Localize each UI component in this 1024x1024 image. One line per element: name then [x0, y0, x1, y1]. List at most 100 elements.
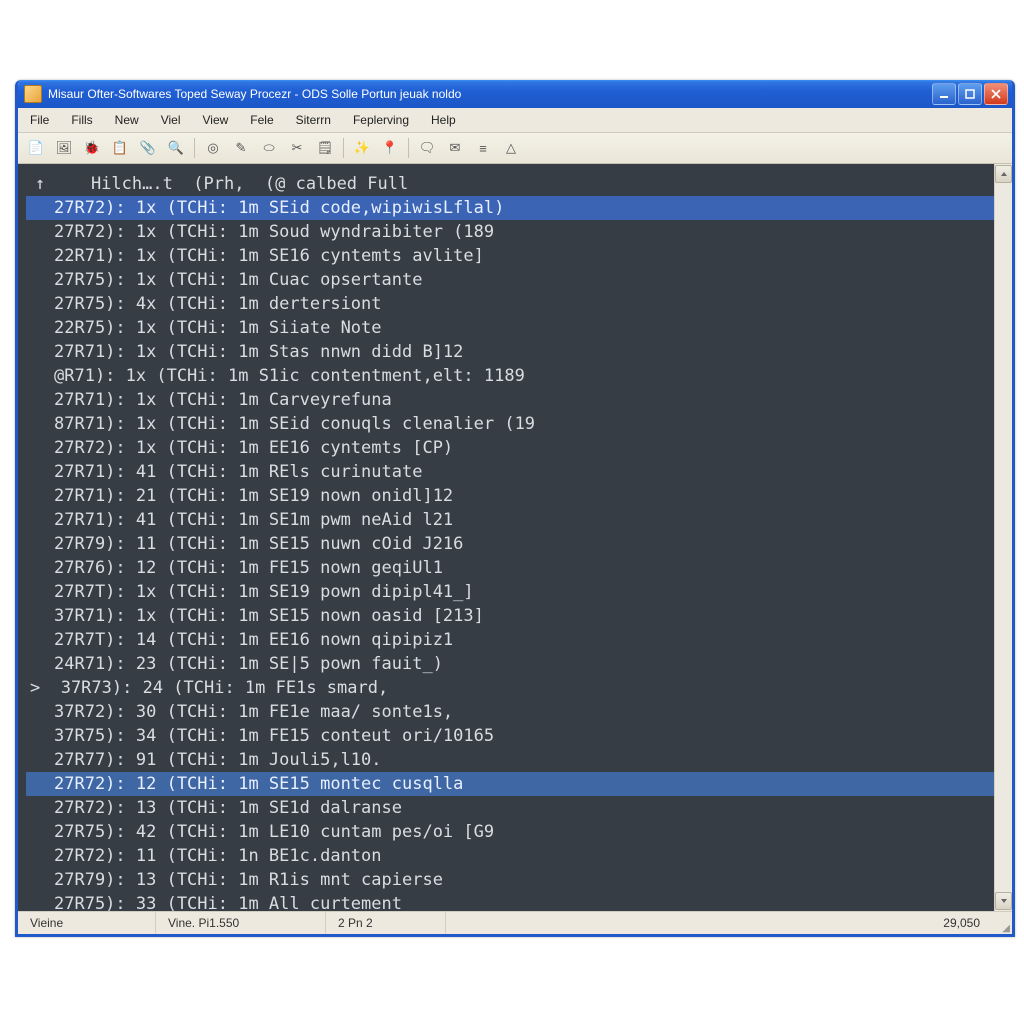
clip-button[interactable]: ✂ — [285, 136, 309, 160]
scroll-down-button[interactable] — [995, 892, 1012, 910]
status-cell-3: 2 Pn 2 — [326, 912, 446, 934]
terminal-line[interactable]: 27R7T): 14 (TCHi: 1m EE16 nown qipipiz1 — [26, 628, 994, 652]
terminal-line[interactable]: @R71): 1x (TCHi: 1m S1ic contentment,elt… — [26, 364, 994, 388]
terminal-line[interactable]: 27R75): 42 (TCHi: 1m LE10 cuntam pes/oi … — [26, 820, 994, 844]
terminal-line[interactable]: 22R75): 1x (TCHi: 1m Siiate Note — [26, 316, 994, 340]
status-cell-2: Vine. Pi1.550 — [156, 912, 326, 934]
vertical-scrollbar[interactable] — [994, 164, 1012, 911]
terminal-line[interactable]: 27R75): 33 (TCHi: 1m All curtement — [26, 892, 994, 911]
clip-icon: ✂ — [292, 140, 303, 156]
terminal-line[interactable]: 37R75): 34 (TCHi: 1m FE15 conteut ori/10… — [26, 724, 994, 748]
image-button[interactable]: 🖼 — [52, 136, 76, 160]
menu-item-viel[interactable]: Viel — [151, 110, 191, 130]
terminal-line[interactable]: 27R71): 41 (TCHi: 1m SE1m pwm neAid l21 — [26, 508, 994, 532]
status-cell-1: Vieine — [18, 912, 156, 934]
drop-icon: ⬭ — [263, 140, 274, 156]
close-button[interactable] — [984, 83, 1008, 105]
attach-button[interactable]: 📎 — [136, 136, 160, 160]
menu-item-view[interactable]: View — [192, 110, 238, 130]
terminal-output[interactable]: ↑ Hilch….t (Prh, (@ calbed Full27R72): 1… — [18, 164, 994, 911]
terminal-line[interactable]: 27R72): 12 (TCHi: 1m SE15 montec cusqlla — [26, 772, 994, 796]
menu-item-help[interactable]: Help — [421, 110, 466, 130]
drop-button[interactable]: ⬭ — [257, 136, 281, 160]
board-icon: 🗒 — [317, 140, 334, 156]
list-button[interactable]: ≡ — [471, 136, 495, 160]
terminal-line[interactable]: 27R72): 1x (TCHi: 1m SEid code,wipiwisLf… — [26, 196, 994, 220]
toolbar-separator — [194, 138, 195, 158]
terminal-header: ↑ Hilch….t (Prh, (@ calbed Full — [26, 172, 994, 196]
close-icon — [991, 89, 1001, 99]
list-icon: ≡ — [479, 141, 487, 156]
pin-button[interactable]: 📍 — [378, 136, 402, 160]
attach-icon: 📎 — [140, 140, 156, 156]
terminal-line[interactable]: 27R75): 1x (TCHi: 1m Cuac opsertante — [26, 268, 994, 292]
terminal-line[interactable]: > 37R73): 24 (TCHi: 1m FE1s smard, — [26, 676, 994, 700]
mail-button[interactable]: ✉ — [443, 136, 467, 160]
menu-item-siterrn[interactable]: Siterrn — [286, 110, 341, 130]
terminal-line[interactable]: 37R71): 1x (TCHi: 1m SE15 nown oasid [21… — [26, 604, 994, 628]
bug-icon: 🐞 — [84, 140, 100, 156]
terminal-line[interactable]: 27R71): 1x (TCHi: 1m Carveyrefuna — [26, 388, 994, 412]
mail-icon: ✉ — [450, 140, 461, 156]
terminal-line[interactable]: 27R7T): 1x (TCHi: 1m SE19 pown dipipl41_… — [26, 580, 994, 604]
terminal-line[interactable]: 24R71): 23 (TCHi: 1m SE|5 pown fauit_) — [26, 652, 994, 676]
file-button[interactable]: 📄 — [24, 136, 48, 160]
app-window: Misaur Ofter-Softwares Toped Seway Proce… — [15, 80, 1015, 937]
terminal-line[interactable]: 27R72): 1x (TCHi: 1m EE16 cyntemts [CP) — [26, 436, 994, 460]
terminal-line[interactable]: 27R71): 41 (TCHi: 1m REls curinutate — [26, 460, 994, 484]
menu-item-fills[interactable]: Fills — [61, 110, 102, 130]
terminal-line[interactable]: 87R71): 1x (TCHi: 1m SEid conuqls clenal… — [26, 412, 994, 436]
window-title: Misaur Ofter-Softwares Toped Seway Proce… — [48, 87, 932, 101]
statusbar: Vieine Vine. Pi1.550 2 Pn 2 29,050 ◢ — [18, 911, 1012, 934]
window-controls — [932, 83, 1008, 105]
terminal-line[interactable]: 37R72): 30 (TCHi: 1m FE1e maa/ sonte1s, — [26, 700, 994, 724]
terminal-line[interactable]: 27R79): 13 (TCHi: 1m R1is mnt capierse — [26, 868, 994, 892]
search-button[interactable]: 🔍 — [164, 136, 188, 160]
terminal-line[interactable]: 27R77): 91 (TCHi: 1m Jouli5,l10. — [26, 748, 994, 772]
disc-icon: ◎ — [207, 140, 218, 156]
menu-item-feplerving[interactable]: Feplerving — [343, 110, 419, 130]
menubar: FileFillsNewVielViewFeleSiterrnFeplervin… — [18, 108, 1012, 133]
menu-item-file[interactable]: File — [20, 110, 59, 130]
copy-icon: 📋 — [112, 140, 128, 156]
disc-button[interactable]: ◎ — [201, 136, 225, 160]
warn-button[interactable]: △ — [499, 136, 523, 160]
app-icon — [24, 85, 42, 103]
terminal-line[interactable]: 27R75): 4x (TCHi: 1m dertersiont — [26, 292, 994, 316]
menu-item-fele[interactable]: Fele — [240, 110, 283, 130]
bug-button[interactable]: 🐞 — [80, 136, 104, 160]
terminal-line[interactable]: 27R72): 11 (TCHi: 1n BE1c.danton — [26, 844, 994, 868]
chevron-up-icon — [1000, 171, 1008, 177]
terminal-line[interactable]: 22R71): 1x (TCHi: 1m SE16 cyntemts avlit… — [26, 244, 994, 268]
terminal-line[interactable]: 27R79): 11 (TCHi: 1m SE15 nuwn cOid J216 — [26, 532, 994, 556]
pencil-button[interactable]: ✎ — [229, 136, 253, 160]
note-icon: 🗨 — [419, 140, 436, 156]
titlebar[interactable]: Misaur Ofter-Softwares Toped Seway Proce… — [18, 80, 1012, 108]
minimize-button[interactable] — [932, 83, 956, 105]
terminal-line[interactable]: 27R72): 1x (TCHi: 1m Soud wyndraibiter (… — [26, 220, 994, 244]
resize-grip[interactable]: ◢ — [992, 910, 1012, 936]
wand-icon: ✨ — [354, 140, 370, 156]
toolbar-separator — [343, 138, 344, 158]
status-cell-right: 29,050 — [931, 912, 992, 934]
terminal-line[interactable]: 27R71): 1x (TCHi: 1m Stas nnwn didd B]12 — [26, 340, 994, 364]
terminal-header-text: Hilch….t (Prh, (@ calbed Full — [50, 174, 408, 194]
scroll-up-button[interactable] — [995, 165, 1012, 183]
terminal-line[interactable]: 27R76): 12 (TCHi: 1m FE15 nown geqiUl1 — [26, 556, 994, 580]
menu-item-new[interactable]: New — [105, 110, 149, 130]
board-button[interactable]: 🗒 — [313, 136, 337, 160]
minimize-icon — [939, 89, 949, 99]
maximize-icon — [965, 89, 975, 99]
note-button[interactable]: 🗨 — [415, 136, 439, 160]
up-arrow-icon: ↑ — [30, 172, 50, 196]
copy-button[interactable]: 📋 — [108, 136, 132, 160]
terminal-line[interactable]: 27R72): 13 (TCHi: 1m SE1d dalranse — [26, 796, 994, 820]
wand-button[interactable]: ✨ — [350, 136, 374, 160]
warn-icon: △ — [506, 140, 516, 156]
image-icon: 🖼 — [56, 140, 73, 156]
terminal-line[interactable]: 27R71): 21 (TCHi: 1m SE19 nown onidl]12 — [26, 484, 994, 508]
maximize-button[interactable] — [958, 83, 982, 105]
pin-icon: 📍 — [382, 140, 398, 156]
search-icon: 🔍 — [168, 140, 184, 156]
chevron-down-icon — [1000, 898, 1008, 904]
